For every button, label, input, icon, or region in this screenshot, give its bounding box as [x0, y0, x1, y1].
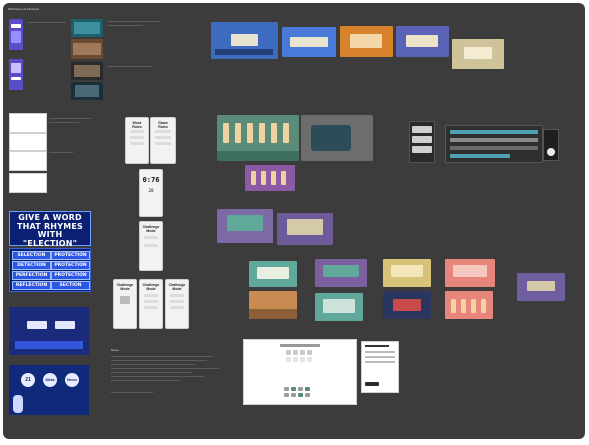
stage-screen-2[interactable]	[282, 27, 336, 57]
photo-tablet[interactable]	[301, 115, 373, 161]
game-screenshot-2[interactable]	[71, 39, 103, 59]
character-lineup-teal[interactable]	[217, 115, 299, 161]
timer-count: 28	[148, 188, 154, 193]
grid-screen-8[interactable]	[383, 291, 431, 319]
grid-screen-4[interactable]	[445, 259, 495, 287]
game-screenshot-4[interactable]	[71, 82, 103, 100]
bubble[interactable]: Neon	[65, 373, 79, 387]
bubble[interactable]: Meta	[43, 373, 57, 387]
control-button[interactable]	[412, 126, 432, 133]
character-lineup-purple[interactable]	[245, 165, 295, 191]
answer-option[interactable]: SECTION	[51, 281, 90, 290]
notes-header: Notes	[111, 348, 119, 352]
wireframe-4[interactable]	[9, 173, 47, 193]
wireframe-3[interactable]	[9, 151, 47, 171]
control-panel	[409, 121, 435, 163]
phone-challenge-4[interactable]: Challenge Mode	[165, 279, 189, 329]
phone-challenge-3[interactable]: Challenge Mode	[139, 279, 163, 329]
phone-game-rules[interactable]: Game Rules	[150, 117, 176, 164]
game-screenshot-3[interactable]	[71, 62, 103, 80]
board-label: Wireframes & Mockups	[8, 7, 40, 11]
grid-screen-2[interactable]	[315, 259, 367, 287]
grid-screen-1[interactable]	[249, 261, 297, 287]
stage-screen-blue[interactable]	[9, 307, 89, 355]
mobile-settings-screen[interactable]	[361, 341, 399, 393]
answer-option[interactable]: PROTECTION	[51, 261, 90, 270]
grid-screen-7[interactable]	[315, 293, 363, 321]
timer-value: 0:76	[142, 176, 160, 184]
stage-screen-5[interactable]	[452, 39, 504, 69]
answer-option[interactable]: PROTECTION	[51, 271, 90, 280]
answer-options-card: SELECTION PROTECTION DETECTION PROTECTIO…	[9, 248, 91, 292]
grid-screen-5[interactable]	[517, 273, 565, 301]
bubble[interactable]: 21	[21, 373, 35, 387]
grid-screen-3[interactable]	[383, 259, 431, 287]
side-device[interactable]	[543, 129, 559, 161]
answer-option[interactable]: REFLECTION	[12, 281, 51, 290]
control-button[interactable]	[412, 146, 432, 153]
mockup-note: —————————————	[27, 20, 66, 24]
mobile-mockup-2[interactable]	[9, 59, 23, 90]
answer-option[interactable]: PROTECTION	[51, 251, 90, 260]
question-text: GIVE A WORD THAT RHYMES WITH "ELECTION"	[16, 213, 83, 248]
word-grid-screen[interactable]	[243, 339, 357, 405]
stage-screen-3[interactable]	[340, 26, 393, 57]
stage-screen-1[interactable]	[211, 22, 278, 59]
wireframe-1[interactable]	[9, 113, 47, 133]
stage-screen-4[interactable]	[396, 26, 449, 57]
question-card[interactable]: GIVE A WORD THAT RHYMES WITH "ELECTION"	[9, 211, 91, 248]
control-button[interactable]	[412, 136, 432, 143]
answer-option[interactable]: DETECTION	[12, 261, 51, 270]
grid-screen-6[interactable]	[249, 291, 297, 319]
phone-timer[interactable]: 0:76 28	[139, 169, 163, 217]
answer-option[interactable]: SELECTION	[12, 251, 51, 260]
mobile-mockup-1[interactable]	[9, 19, 23, 50]
design-board: Wireframes & Mockups ————————————— —————…	[3, 3, 585, 439]
phone-challenge-2[interactable]: Challenge Mode	[113, 279, 137, 329]
phone-challenge-1[interactable]: Challenge Mode	[139, 221, 163, 271]
wireframe-2[interactable]	[9, 133, 47, 151]
stage-purple-2[interactable]	[277, 213, 333, 245]
game-screenshot-1[interactable]	[71, 19, 103, 37]
stage-purple-1[interactable]	[217, 209, 273, 243]
dashboard-screen[interactable]	[445, 125, 543, 163]
phone-word-rules[interactable]: Word Rules	[125, 117, 149, 164]
grid-screen-9[interactable]	[445, 291, 493, 319]
stage-screen-bubbles[interactable]: 21 Meta Neon	[9, 365, 89, 415]
answer-option[interactable]: PERFECTION	[12, 271, 51, 280]
